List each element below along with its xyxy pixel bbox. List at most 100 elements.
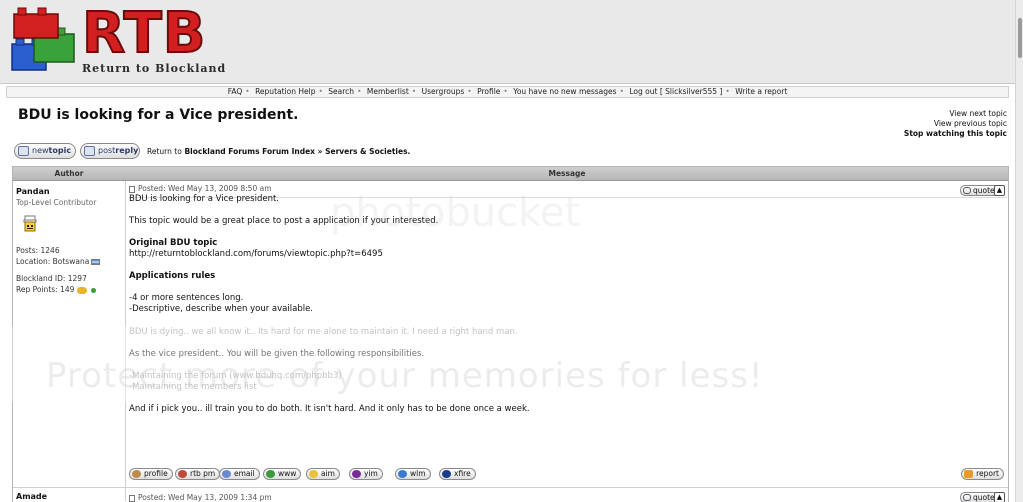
- post-reply-prefix: post: [98, 146, 116, 155]
- new-topic-prefix: new: [32, 146, 49, 155]
- nav-write-report[interactable]: Write a report: [735, 87, 787, 96]
- nav-reputation-help[interactable]: Reputation Help: [255, 87, 315, 96]
- post-reply-bold: reply: [115, 146, 139, 155]
- nav-separator: •: [619, 87, 624, 96]
- avatar-icon: [23, 215, 37, 232]
- xfire-button[interactable]: xfire: [439, 468, 476, 480]
- view-next-topic-link[interactable]: View next topic: [904, 109, 1007, 119]
- nav-separator: •: [245, 87, 250, 96]
- table-header: Author Message: [13, 167, 1008, 181]
- aim-icon: [309, 470, 318, 478]
- globe-icon: [266, 470, 275, 478]
- scrollbar-thumb[interactable]: [1018, 18, 1022, 58]
- email-button[interactable]: email: [219, 468, 260, 480]
- post-row-divider: [13, 487, 1008, 488]
- contact-label: yim: [364, 469, 378, 478]
- lego-blocks-icon: [11, 7, 75, 71]
- quote-icon: [963, 494, 971, 501]
- author-column-header: Author: [54, 169, 84, 178]
- quote-label: quote: [973, 493, 995, 502]
- author-name[interactable]: Pandan: [16, 187, 124, 196]
- site-logo[interactable]: RTB Return to Blockland: [8, 3, 225, 80]
- nav-logout[interactable]: Log out [ Slicksilver555 ]: [629, 87, 722, 96]
- post-reply-button[interactable]: postreply: [80, 143, 140, 159]
- contact-label: wlm: [410, 469, 426, 478]
- column-divider: [125, 181, 126, 501]
- nav-usergroups[interactable]: Usergroups: [422, 87, 465, 96]
- wlm-button[interactable]: wlm: [395, 468, 431, 480]
- nav-separator: •: [467, 87, 472, 96]
- author-rep-row: Rep Points: 149: [16, 284, 124, 295]
- author-name[interactable]: Amade: [16, 492, 47, 501]
- nav-separator: •: [318, 87, 323, 96]
- topic-title[interactable]: BDU is looking for a Vice president.: [18, 107, 298, 123]
- contact-label: www: [278, 469, 297, 478]
- post-paragraph: BDU is dying.. we all know it.. Its hard…: [129, 327, 518, 337]
- nav-search[interactable]: Search: [328, 87, 354, 96]
- nav-separator: •: [411, 87, 417, 96]
- post-author-panel: Pandan Top-Level Contributor Posts: 1246…: [16, 187, 124, 295]
- stop-watching-link[interactable]: Stop watching this topic: [904, 129, 1007, 139]
- nav-separator: •: [503, 87, 508, 96]
- post-paragraph: BDU is looking for a Vice president.: [129, 194, 279, 204]
- nav-separator: •: [357, 87, 362, 96]
- email-icon: [222, 470, 231, 478]
- new-topic-icon: [18, 146, 29, 156]
- view-previous-topic-link[interactable]: View previous topic: [904, 119, 1007, 129]
- post-header: Posted: Wed May 13, 2009 1:34 pm: [129, 493, 272, 502]
- posts-table: Author Message Pandan Top-Level Contribu…: [12, 166, 1009, 502]
- nav-faq[interactable]: FAQ: [228, 87, 243, 96]
- yahoo-icon: [352, 470, 361, 478]
- botswana-flag-icon: [91, 259, 101, 265]
- report-button[interactable]: report: [961, 468, 1004, 480]
- profile-button[interactable]: profile: [129, 468, 173, 480]
- post-body: BDU is looking for a Vice president. Thi…: [129, 194, 999, 426]
- breadcrumb-path[interactable]: Blockland Forums Forum Index » Servers &…: [184, 147, 410, 156]
- nav-profile[interactable]: Profile: [477, 87, 500, 96]
- responsibility-item: -Maintaining the forum (www.bduhq.com/ph…: [129, 371, 342, 381]
- responsibility-item: -Maintaining the members list: [129, 382, 257, 392]
- post-paragraph: This topic would be a great place to pos…: [129, 216, 439, 226]
- messenger-icon: [398, 470, 407, 478]
- author-post-count: Posts: 1246: [16, 246, 60, 255]
- post-date: Posted: Wed May 13, 2009 1:34 pm: [138, 493, 272, 502]
- yim-button[interactable]: yim: [349, 468, 383, 480]
- site-header: RTB Return to Blockland: [0, 0, 1023, 84]
- post-doc-icon[interactable]: [129, 494, 135, 502]
- original-topic-label: Original BDU topic: [129, 238, 218, 248]
- report-icon: [964, 470, 974, 478]
- author-stats: Posts: 1246 Location: Botswana Blockland…: [16, 245, 124, 295]
- profile-icon: [132, 470, 141, 478]
- post-message: Posted: Wed May 13, 2009 8:50 am quote ▲…: [129, 184, 1007, 414]
- quote-button[interactable]: quote: [960, 492, 999, 502]
- post-header: Posted: Wed May 13, 2009 8:50 am: [129, 184, 1007, 193]
- new-topic-button[interactable]: newtopic: [14, 143, 76, 159]
- original-topic-link[interactable]: http://returntoblockland.com/forums/view…: [129, 249, 999, 260]
- applications-rules-label: Applications rules: [129, 271, 216, 281]
- contact-label: aim: [321, 469, 335, 478]
- author-location: Location: Botswana: [16, 257, 90, 266]
- nav-messages[interactable]: You have no new messages: [513, 87, 616, 96]
- quote-icon: [963, 187, 971, 194]
- post-doc-icon[interactable]: [129, 185, 135, 193]
- www-button[interactable]: www: [263, 468, 302, 480]
- rep-icon[interactable]: [77, 286, 88, 294]
- rep-status-icon: [91, 287, 97, 293]
- rule-item: -4 or more sentences long.: [129, 293, 244, 303]
- rtb-pm-icon: [178, 470, 187, 478]
- author-rep-points: Rep Points: 149: [16, 285, 75, 294]
- post-paragraph: And if i pick you.. ill train you to do …: [129, 404, 530, 414]
- post-date: Posted: Wed May 13, 2009 8:50 am: [138, 184, 272, 193]
- rtb-pm-button[interactable]: rtb pm: [175, 468, 221, 480]
- contact-label: rtb pm: [190, 469, 216, 478]
- aim-button[interactable]: aim: [306, 468, 340, 480]
- back-to-top-icon[interactable]: ▲: [994, 492, 1005, 502]
- post-paragraph: As the vice president.. You will be give…: [129, 349, 425, 359]
- topic-nav-links: View next topic View previous topic Stop…: [904, 109, 1007, 139]
- top-nav-bar: FAQ • Reputation Help • Search • Memberlist…: [6, 86, 1009, 98]
- new-topic-bold: topic: [48, 146, 72, 155]
- contact-label: email: [234, 469, 255, 478]
- vertical-scrollbar[interactable]: [1015, 0, 1023, 502]
- author-blockland-id: Blockland ID: 1297: [16, 274, 87, 283]
- nav-memberlist[interactable]: Memberlist: [367, 87, 409, 96]
